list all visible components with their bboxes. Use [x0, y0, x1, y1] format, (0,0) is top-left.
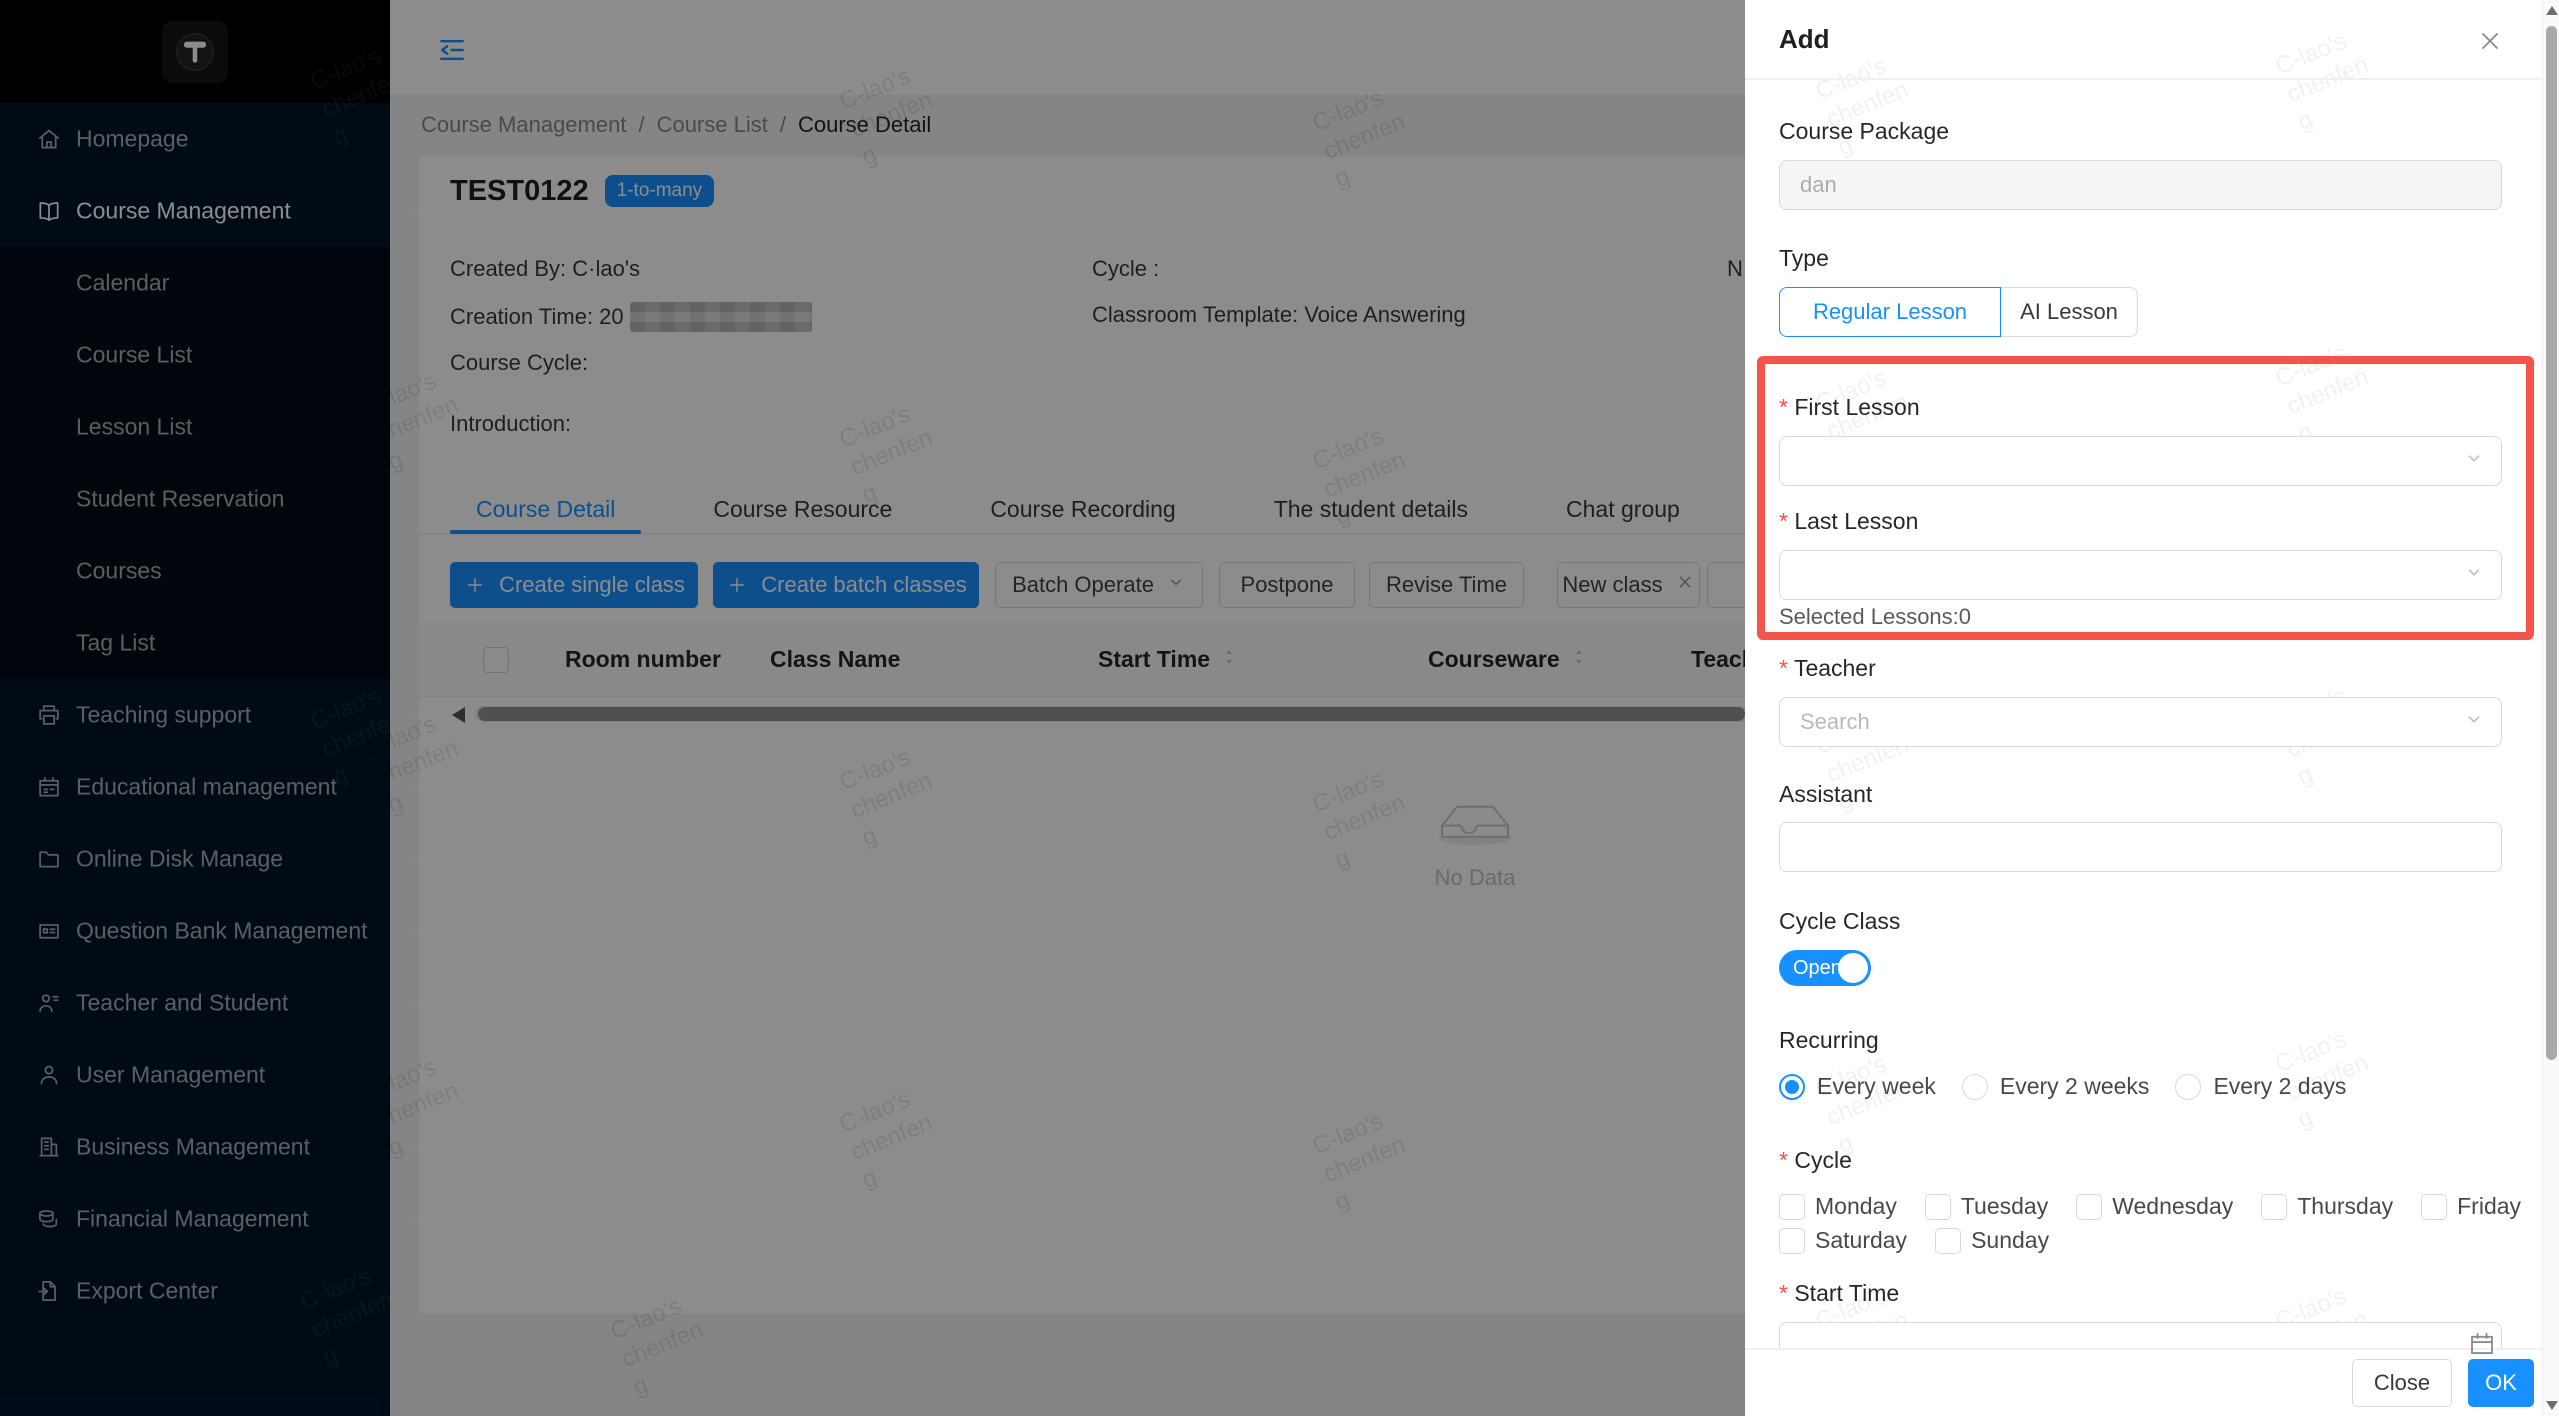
cycle-days-row2: Saturday Sunday: [1779, 1227, 2049, 1254]
ok-button[interactable]: OK: [2468, 1359, 2534, 1407]
checkbox-thursday[interactable]: Thursday: [2261, 1193, 2393, 1220]
scroll-up-arrow[interactable]: [2546, 6, 2558, 15]
scroll-down-arrow[interactable]: [2546, 1401, 2558, 1410]
checkbox-label: Thursday: [2297, 1193, 2393, 1220]
chevron-down-icon: [2463, 708, 2485, 736]
radio-circle: [1779, 1074, 1805, 1100]
teacher-placeholder: Search: [1800, 709, 1870, 735]
assistant-input[interactable]: [1779, 822, 2502, 872]
watermark: C-lao'schenfeng: [2271, 22, 2384, 137]
checkbox-wednesday[interactable]: Wednesday: [2076, 1193, 2233, 1220]
first-lesson-select[interactable]: [1779, 436, 2502, 486]
checkbox-box: [2261, 1194, 2287, 1220]
drawer-header-divider: [1745, 78, 2542, 80]
course-package-label: Course Package: [1779, 118, 1949, 145]
teacher-label: Teacher: [1779, 655, 1876, 682]
radio-label: Every 2 days: [2213, 1073, 2346, 1100]
radio-circle: [1962, 1074, 1988, 1100]
watermark: C-lao'schenfeng: [1811, 1045, 1924, 1160]
toggle-state-label: Open: [1793, 950, 1842, 986]
calendar-icon: [2467, 1328, 2497, 1363]
course-package-input[interactable]: [1779, 160, 2502, 210]
scrollbar-thumb[interactable]: [2546, 26, 2557, 1060]
checkbox-label: Monday: [1815, 1193, 1897, 1220]
lesson-type-segmented: Regular Lesson AI Lesson: [1779, 287, 2138, 337]
checkbox-box: [1779, 1194, 1805, 1220]
checkbox-box: [2421, 1194, 2447, 1220]
cycle-class-label: Cycle Class: [1779, 908, 1900, 935]
cycle-days-label: Cycle: [1779, 1147, 1852, 1174]
type-option-ai[interactable]: AI Lesson: [2001, 287, 2138, 337]
checkbox-saturday[interactable]: Saturday: [1779, 1227, 1907, 1254]
first-lesson-label: First Lesson: [1779, 394, 1920, 421]
radio-label: Every week: [1817, 1073, 1936, 1100]
selected-lessons-count: Selected Lessons:0: [1779, 604, 1971, 630]
radio-every-week[interactable]: Every week: [1779, 1073, 1936, 1100]
add-drawer: C-lao'schenfeng C-lao'schenfeng C-lao'sche…: [1745, 0, 2542, 1416]
checkbox-sunday[interactable]: Sunday: [1935, 1227, 2049, 1254]
watermark: C-lao'schenfeng: [2271, 334, 2384, 449]
drawer-mask[interactable]: [0, 0, 1745, 1416]
page-scrollbar: [2542, 0, 2559, 1416]
chevron-down-icon: [2463, 447, 2485, 469]
last-lesson-select[interactable]: [1779, 550, 2502, 600]
checkbox-box: [1925, 1194, 1951, 1220]
chevron-down-icon: [2463, 447, 2485, 475]
checkbox-label: Tuesday: [1961, 1193, 2048, 1220]
calendar-icon: [2467, 1328, 2497, 1358]
checkbox-box: [2076, 1194, 2102, 1220]
teacher-select[interactable]: Search: [1779, 697, 2502, 747]
type-label: Type: [1779, 245, 1829, 272]
radio-every-2-days[interactable]: Every 2 days: [2175, 1073, 2346, 1100]
chevron-down-icon: [2463, 561, 2485, 583]
type-option-regular[interactable]: Regular Lesson: [1779, 287, 2001, 337]
checkbox-label: Wednesday: [2112, 1193, 2233, 1220]
cycle-days-row1: Monday Tuesday Wednesday Thursday Friday: [1779, 1193, 2519, 1220]
chevron-down-icon: [2463, 708, 2485, 730]
checkbox-friday[interactable]: Friday: [2421, 1193, 2521, 1220]
checkbox-tuesday[interactable]: Tuesday: [1925, 1193, 2048, 1220]
app-window: HomepageCourse ManagementCalendarCourse …: [0, 0, 2559, 1416]
assistant-label: Assistant: [1779, 781, 1872, 808]
radio-label: Every 2 weeks: [2000, 1073, 2150, 1100]
drawer-title: Add: [1779, 24, 1830, 55]
watermark: C-lao'schenfeng: [1811, 47, 1924, 162]
last-lesson-label: Last Lesson: [1779, 508, 1918, 535]
drawer-footer: Close OK: [1745, 1348, 2542, 1416]
close-icon[interactable]: [2475, 26, 2505, 61]
recurring-label: Recurring: [1779, 1027, 1879, 1054]
checkbox-label: Sunday: [1971, 1227, 2049, 1254]
checkbox-monday[interactable]: Monday: [1779, 1193, 1897, 1220]
close-button[interactable]: Close: [2352, 1359, 2452, 1407]
checkbox-label: Friday: [2457, 1193, 2521, 1220]
radio-every-2-weeks[interactable]: Every 2 weeks: [1962, 1073, 2150, 1100]
radio-circle: [2175, 1074, 2201, 1100]
toggle-knob: [1838, 953, 1868, 983]
recurring-radio-group: Every week Every 2 weeks Every 2 days: [1779, 1073, 2346, 1100]
checkbox-box: [1779, 1228, 1805, 1254]
checkbox-label: Saturday: [1815, 1227, 1907, 1254]
cycle-class-toggle[interactable]: Open: [1779, 950, 1871, 986]
close-icon: [2475, 26, 2505, 56]
chevron-down-icon: [2463, 561, 2485, 589]
start-time-label: Start Time: [1779, 1280, 1899, 1307]
checkbox-box: [1935, 1228, 1961, 1254]
